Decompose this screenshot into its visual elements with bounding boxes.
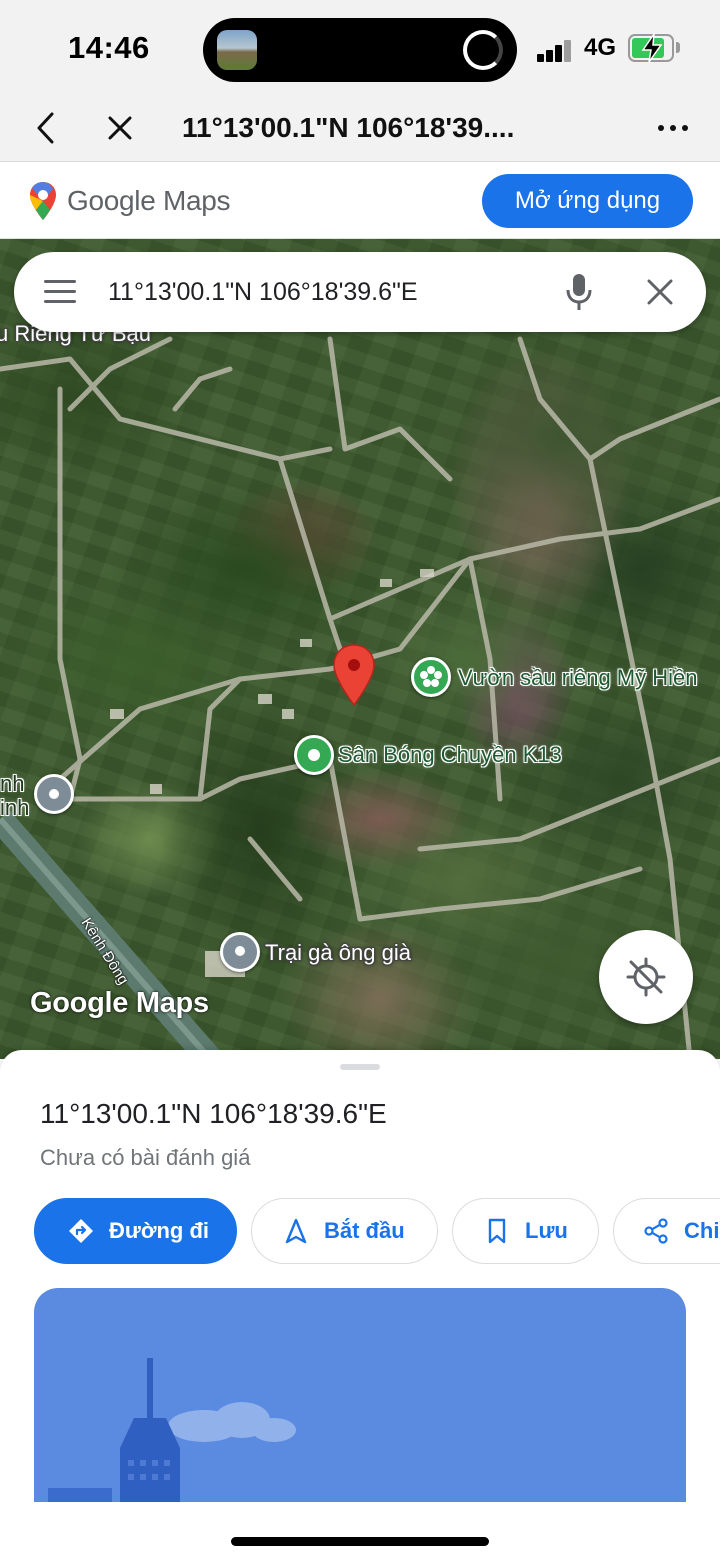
search-bar[interactable] (14, 252, 706, 332)
poi-marker-garden[interactable] (411, 657, 451, 697)
share-button[interactable]: Chi (613, 1198, 720, 1264)
directions-label: Đường đi (109, 1218, 209, 1243)
google-maps-watermark: Google Maps (30, 987, 209, 1019)
place-bottom-sheet[interactable]: 11°13'00.1"N 106°18'39.6"E Chưa có bài đ… (0, 1050, 720, 1560)
poi-marker-volleyball[interactable] (294, 735, 334, 775)
google-maps-banner: Google Maps Mở ứng dụng (0, 163, 720, 239)
save-button[interactable]: Lưu (452, 1198, 599, 1264)
map-label-volleyball-court[interactable]: Sân Bóng Chuyền K13 (338, 742, 562, 768)
live-activity-thumbnail (217, 30, 257, 70)
location-pin-icon[interactable] (330, 643, 378, 707)
my-location-button[interactable] (599, 930, 693, 1024)
open-app-button[interactable]: Mở ứng dụng (482, 174, 693, 228)
save-label: Lưu (525, 1218, 568, 1243)
poi-marker-gray[interactable] (34, 774, 74, 814)
bookmark-icon (488, 1218, 506, 1244)
charging-bolt-icon (641, 33, 663, 63)
location-off-icon (626, 957, 666, 997)
map-label-chicken-farm[interactable]: Trại gà ông già (265, 940, 411, 966)
dynamic-island[interactable] (203, 18, 517, 82)
more-horizontal-icon (658, 125, 688, 131)
share-icon (644, 1218, 668, 1244)
directions-button[interactable]: Đường đi (34, 1198, 237, 1264)
google-maps-logo-icon (30, 182, 56, 220)
map-label-partial-left-1: nh (0, 771, 25, 796)
start-navigation-button[interactable]: Bắt đầu (251, 1198, 438, 1264)
satellite-map[interactable]: u Riêng Tư Bạu nh inh Kênh Đông Vườn sầu… (0, 239, 720, 1059)
directions-icon (69, 1219, 93, 1243)
status-bar: 14:46 4G (0, 0, 720, 96)
drag-handle[interactable] (340, 1064, 380, 1070)
network-type: 4G (584, 34, 617, 61)
back-button[interactable] (24, 106, 68, 150)
place-title: 11°13'00.1"N 106°18'39.6"E (40, 1098, 387, 1129)
close-icon (108, 116, 132, 140)
navigation-arrow-icon (285, 1218, 307, 1244)
chevron-left-icon (37, 112, 54, 144)
mic-icon[interactable] (564, 272, 594, 312)
page-title: 11°13'00.1"N 106°18'39.... (182, 112, 515, 143)
browser-toolbar: 11°13'00.1"N 106°18'39.... (0, 96, 720, 162)
poi-marker-chicken-farm[interactable] (220, 932, 260, 972)
review-status: Chưa có bài đánh giá (40, 1145, 251, 1170)
share-label: Chi (684, 1218, 720, 1243)
close-tab-button[interactable] (98, 106, 142, 150)
menu-icon[interactable] (44, 278, 76, 306)
google-maps-wordmark: Google Maps (67, 185, 231, 216)
battery-cap (676, 42, 680, 53)
search-input[interactable] (108, 274, 548, 310)
map-label-partial-left-2: inh (0, 795, 30, 820)
start-label: Bắt đầu (324, 1218, 405, 1243)
flower-icon (420, 666, 442, 687)
cellular-signal-icon (537, 38, 573, 62)
close-icon[interactable] (642, 274, 678, 310)
home-indicator[interactable] (231, 1537, 489, 1546)
activity-ring-icon (463, 30, 503, 70)
more-options-button[interactable] (651, 106, 695, 150)
home-indicator-area (0, 1502, 720, 1560)
status-time: 14:46 (68, 30, 150, 65)
map-label-durian-garden[interactable]: Vườn sầu riêng Mỹ Hiền (458, 665, 697, 691)
